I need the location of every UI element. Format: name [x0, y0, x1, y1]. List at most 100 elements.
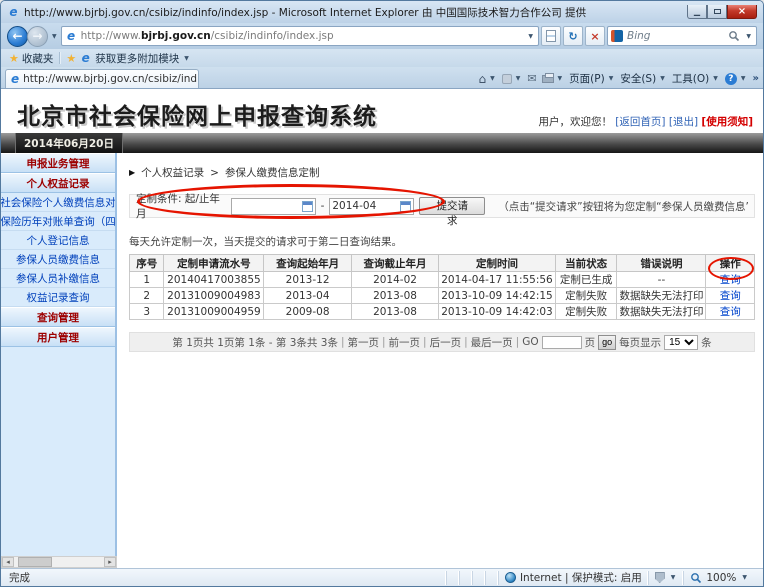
welcome-text: 用户，欢迎您！	[538, 116, 612, 128]
customize-form: 定制条件: 起/止年月 - 提交请求 （点击“提交请求”按钮将为您定制“参保人员…	[129, 194, 755, 218]
calendar-icon[interactable]	[302, 201, 313, 212]
sidebar-horizontal-scrollbar[interactable]: ◂ ▸	[1, 556, 117, 568]
mail-icon: ✉	[527, 72, 536, 85]
calendar-icon[interactable]	[400, 201, 411, 212]
tab-bar: e http://www.bjrbj.gov.cn/csibiz/indinfo…	[1, 67, 763, 88]
read-mail-button[interactable]: ✉	[527, 72, 536, 85]
query-link[interactable]: 查询	[720, 290, 741, 302]
history-dropdown-icon[interactable]: ▼	[50, 33, 59, 40]
active-tab[interactable]: e http://www.bjrbj.gov.cn/csibiz/indinfo…	[5, 69, 199, 88]
window-title: http://www.bjrbj.gov.cn/csibiz/indinfo/i…	[24, 5, 681, 20]
cell-serial: 20131009004959	[164, 304, 264, 320]
help-button[interactable]: ?▼	[725, 73, 748, 85]
zone-label: Internet | 保护模式: 启用	[520, 570, 642, 585]
zoom-control[interactable]: 100% ▼	[683, 571, 755, 585]
last-page-link[interactable]: 最后一页	[471, 335, 513, 350]
protected-mode-icon	[655, 572, 665, 583]
search-dropdown-icon[interactable]: ▼	[744, 33, 753, 40]
go-button[interactable]: go	[598, 335, 616, 350]
cell-status: 定制失败	[555, 288, 617, 304]
scroll-left-icon[interactable]: ◂	[2, 557, 14, 567]
print-button[interactable]: ▼	[542, 75, 565, 83]
site-header: 北京市社会保险网上申报查询系统 用户，欢迎您！ [返回首页] [退出] [使用须…	[1, 89, 763, 133]
search-icon[interactable]	[728, 30, 740, 42]
address-dropdown-icon[interactable]: ▼	[526, 33, 535, 40]
sidebar-section-user[interactable]: 用户管理	[1, 327, 115, 347]
page-size-select[interactable]: 15	[664, 335, 698, 350]
tab-title: http://www.bjrbj.gov.cn/csibiz/indinfo/i…	[23, 73, 199, 85]
cell-start: 2013-12	[264, 272, 351, 288]
scrollbar-row: ◂ ▸	[1, 556, 763, 568]
more-commands-chevron[interactable]: »	[753, 73, 759, 84]
addons-dropdown-icon: ▼	[182, 55, 191, 62]
scrollbar-thumb[interactable]	[18, 557, 52, 567]
notice-link[interactable]: [使用须知]	[701, 116, 753, 128]
addons-button[interactable]: ★ e 获取更多附加模块 ▼	[66, 51, 191, 66]
page-menu[interactable]: 页面(P)▼	[569, 71, 615, 86]
address-bar[interactable]: e http://www.bjrbj.gov.cn/csibiz/indinfo…	[61, 26, 539, 46]
header-seq: 序号	[130, 255, 164, 272]
cell-time: 2014-04-17 11:55:56	[439, 272, 556, 288]
sidebar-item-annual-statement[interactable]: 历年社会保险个人缴费信息对账单	[1, 193, 115, 212]
page-icon: e	[65, 30, 78, 43]
home-button[interactable]: ⌂▼	[478, 72, 496, 86]
sidebar-item-statement-query[interactable]: 社会保险历年对账单查询（四险）	[1, 212, 115, 231]
back-button[interactable]: ←	[7, 26, 28, 47]
refresh-button[interactable]: ↻	[563, 26, 583, 46]
stop-button[interactable]: ×	[585, 26, 605, 46]
feeds-button[interactable]: ▼	[502, 74, 523, 84]
scroll-right-icon[interactable]: ▸	[104, 557, 116, 567]
sidebar-section-rights[interactable]: 个人权益记录	[1, 173, 115, 193]
next-page-link[interactable]: 后一页	[430, 335, 462, 350]
start-month-field[interactable]	[231, 198, 316, 215]
query-link[interactable]: 查询	[720, 306, 741, 318]
daily-limit-note: 每天允许定制一次，当天提交的请求可于第二日查询结果。	[129, 234, 755, 249]
maximize-button[interactable]	[707, 5, 727, 19]
end-month-field[interactable]	[329, 198, 414, 215]
start-month-input[interactable]	[234, 200, 302, 212]
sidebar-item-supplement-info[interactable]: 参保人员补缴信息	[1, 269, 115, 288]
submit-request-button[interactable]: 提交请求	[419, 197, 485, 215]
logout-link[interactable]: [退出]	[669, 116, 698, 128]
close-button[interactable]: ×	[727, 5, 757, 19]
main-content: ▶ 个人权益记录 > 参保人缴费信息定制 定制条件: 起/止年月 -	[117, 153, 763, 556]
sidebar-item-payment-info[interactable]: 参保人员缴费信息	[1, 250, 115, 269]
ie-icon: e	[7, 6, 20, 19]
table-header-row: 序号 定制申请流水号 查询起始年月 查询截止年月 定制时间 当前状态 错误说明 …	[130, 255, 755, 272]
search-box[interactable]: Bing ▼	[607, 26, 757, 46]
end-month-input[interactable]	[332, 200, 400, 212]
sidebar-item-rights-query[interactable]: 权益记录查询	[1, 288, 115, 307]
bing-logo-icon	[611, 30, 623, 42]
tools-menu[interactable]: 工具(O)▼	[672, 71, 720, 86]
query-link[interactable]: 查询	[720, 274, 741, 286]
sidebar-item-personal-registration[interactable]: 个人登记信息	[1, 231, 115, 250]
form-hint: （点击“提交请求”按钮将为您定制“参保人员缴费信息”）	[498, 199, 748, 214]
minimize-button[interactable]: ▁	[687, 5, 707, 19]
cell-end: 2014-02	[351, 272, 438, 288]
add-favorite-star-icon: ★	[66, 52, 76, 65]
prev-page-link[interactable]: 前一页	[389, 335, 421, 350]
sidebar-section-declare[interactable]: 申报业务管理	[1, 153, 115, 173]
per-page-label: 每页显示	[619, 335, 661, 350]
security-zone: Internet | 保护模式: 启用	[498, 571, 648, 585]
sidebar-section-query[interactable]: 查询管理	[1, 307, 115, 327]
cell-error: 数据缺失无法打印	[617, 288, 706, 304]
protected-mode-button[interactable]: ▼	[648, 571, 684, 585]
first-page-link[interactable]: 第一页	[348, 335, 380, 350]
addon-ie-icon: e	[79, 52, 92, 65]
favorites-label: 收藏夹	[22, 51, 54, 66]
divider	[59, 52, 60, 64]
compatibility-view-button[interactable]	[541, 26, 561, 46]
safety-menu[interactable]: 安全(S)▼	[620, 71, 666, 86]
internet-zone-icon	[505, 572, 516, 583]
favorites-button[interactable]: ★ 收藏夹	[9, 51, 53, 66]
home-icon: ⌂	[478, 72, 486, 86]
cell-time: 2013-10-09 14:42:15	[439, 288, 556, 304]
home-link[interactable]: [返回首页]	[615, 116, 665, 128]
breadcrumb: ▶ 个人权益记录 > 参保人缴费信息定制	[129, 165, 755, 180]
header-action: 操作	[706, 255, 755, 272]
unit-label: 条	[701, 335, 712, 350]
goto-page-input[interactable]	[542, 336, 582, 349]
forward-button[interactable]: →	[27, 26, 48, 47]
cell-start: 2013-04	[264, 288, 351, 304]
